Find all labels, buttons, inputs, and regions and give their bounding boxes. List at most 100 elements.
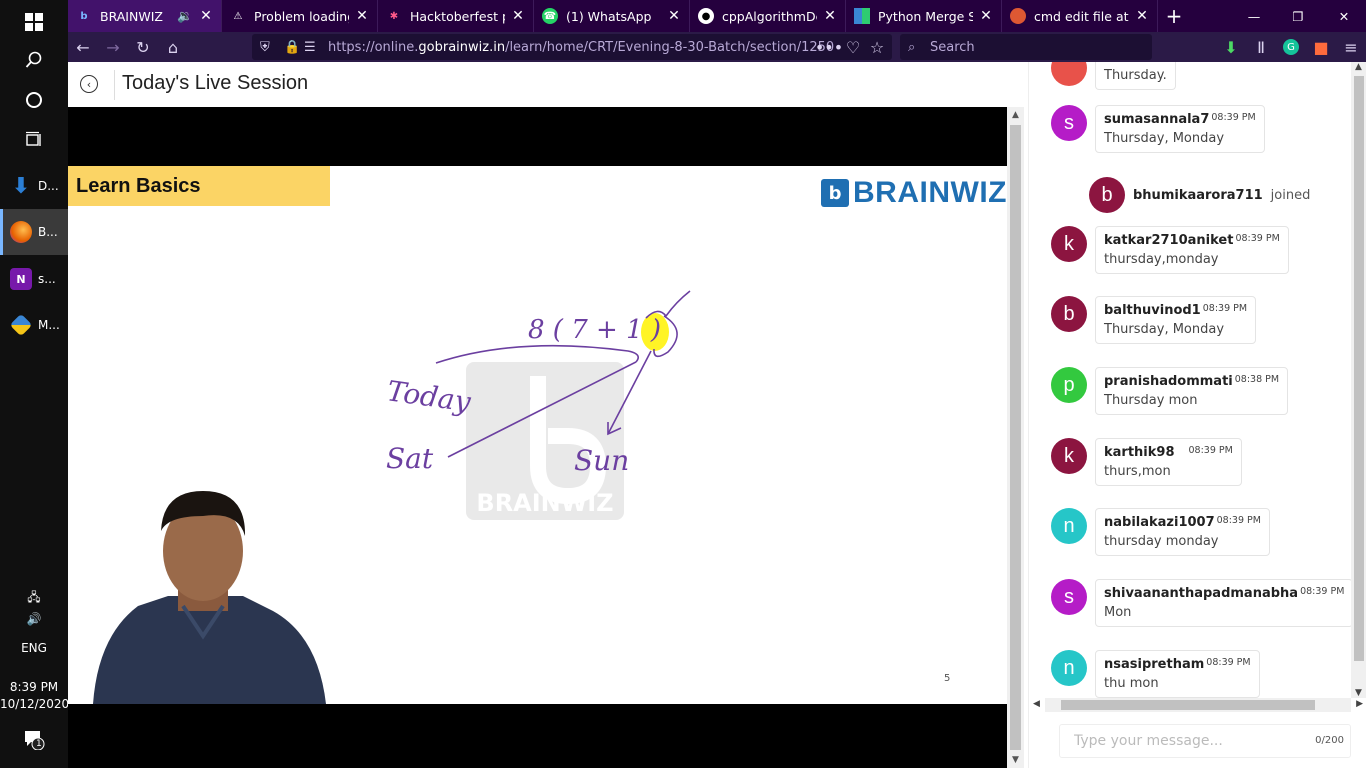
tab-brainwiz[interactable]: b BRAINWIZ 🔉 ✕ — [68, 0, 222, 32]
tab-python-merge-sort[interactable]: Python Merge Sor ✕ — [846, 0, 1002, 32]
speaker-icon[interactable]: 🔊 — [27, 612, 42, 626]
chat-scrollbar[interactable]: ▲ ▼ — [1351, 62, 1366, 698]
chat-message-input[interactable] — [1060, 725, 1300, 757]
tab-whatsapp[interactable]: ☎ (1) WhatsApp ✕ — [534, 0, 690, 32]
ink-arc — [435, 344, 639, 364]
tab-problem-loading[interactable]: ⚠ Problem loading p ✕ — [222, 0, 378, 32]
tab-cppalgorithm[interactable]: ● cppAlgorithmDes ✕ — [690, 0, 846, 32]
clock-time[interactable]: 8:39 PM — [0, 680, 68, 694]
search-button[interactable] — [0, 38, 68, 82]
grid-favicon-icon — [854, 8, 870, 24]
lock-icon[interactable]: 🔒 — [284, 40, 300, 55]
browser-tab-strip: b BRAINWIZ 🔉 ✕ ⚠ Problem loading p ✕ ✱ H… — [68, 0, 1366, 32]
cortana-circle-icon — [26, 92, 42, 108]
windows-logo-icon — [25, 13, 43, 31]
reload-button[interactable]: ↻ — [132, 36, 154, 58]
git-icon — [9, 313, 33, 337]
ink-expression: 8 ( 7 + 1 ) — [528, 315, 661, 345]
speaker-icon[interactable]: 🔉 — [177, 8, 193, 24]
message-bubble: Thursday. — [1095, 62, 1176, 90]
more-horizontal-icon: ••• — [814, 37, 844, 57]
taskbar-app-downloads[interactable]: ⬇ D... — [0, 163, 68, 209]
url-bar[interactable]: ⛨ 🔒 ☰ https://online. gobrainwiz.in/learn… — [252, 34, 892, 60]
message-username: katkar2710aniket — [1104, 233, 1234, 248]
chat-scrollbar-thumb[interactable] — [1354, 76, 1364, 661]
clock-date[interactable]: 10/12/2020 — [0, 697, 69, 711]
ink-sat: Sat — [386, 442, 434, 475]
pocket-button[interactable]: ♡ — [842, 36, 864, 58]
permissions-icon[interactable]: ☰ — [304, 40, 316, 55]
url-domain: gobrainwiz.in — [418, 39, 506, 55]
cortana-button[interactable] — [0, 78, 68, 122]
close-tab-icon[interactable]: ✕ — [511, 8, 525, 24]
scroll-down-arrow-icon[interactable]: ▼ — [1007, 752, 1024, 768]
system-tray-icons[interactable]: 🖧 — [0, 588, 68, 609]
task-view-button[interactable] — [0, 118, 68, 162]
new-tab-button[interactable]: + — [1160, 0, 1188, 32]
arrow-right-icon: → — [106, 37, 120, 57]
screen: ⬇ D... B... N s... M... 🖧 🔊 ENG 8:39 PM … — [0, 0, 1366, 768]
back-circle-button[interactable]: ‹ — [80, 75, 98, 93]
live-video-player[interactable]: Learn Basics b BRAINWIZ BRAINWIZ 8 ( 7 +… — [68, 107, 1007, 768]
close-window-button[interactable]: ✕ — [1322, 0, 1366, 32]
message-username: sumasannala7 — [1104, 112, 1210, 127]
tab-label: cmd edit file at Du — [1034, 8, 1129, 24]
close-tab-icon[interactable]: ✕ — [823, 8, 837, 24]
avatar: s — [1051, 579, 1087, 615]
scroll-down-arrow-icon[interactable]: ▼ — [1355, 688, 1362, 698]
close-tab-icon[interactable]: ✕ — [979, 8, 993, 24]
back-button[interactable]: ← — [72, 36, 94, 58]
chat-horizontal-scrollbar[interactable]: ◀ ▶ — [1033, 698, 1363, 712]
tab-cmd-edit[interactable]: cmd edit file at Du ✕ — [1002, 0, 1158, 32]
shield-icon[interactable]: ⛨ — [260, 40, 270, 55]
grammarly-button[interactable]: G — [1280, 36, 1302, 58]
character-counter: 0/200 — [1315, 735, 1344, 746]
scrollbar-thumb[interactable] — [1010, 125, 1021, 750]
message-bubble: karthik98 08:39 PM thurs,mon — [1095, 438, 1242, 486]
ink-sun: Sun — [574, 444, 629, 477]
task-view-icon — [26, 131, 41, 146]
scroll-left-arrow-icon[interactable]: ◀ — [1033, 699, 1040, 709]
page-actions-button[interactable]: ••• — [814, 36, 844, 58]
duckduckgo-icon — [1010, 8, 1026, 24]
close-tab-icon[interactable]: ✕ — [1135, 8, 1149, 24]
restore-button[interactable]: ❐ — [1276, 0, 1320, 32]
library-button[interactable]: Ⅱ — [1250, 36, 1272, 58]
tab-hacktoberfest[interactable]: ✱ Hacktoberfest pre ✕ — [378, 0, 534, 32]
language-indicator[interactable]: ENG — [0, 641, 68, 655]
message-username: nabilakazi1007 — [1104, 515, 1215, 530]
tab-label: cppAlgorithmDes — [722, 8, 817, 24]
scroll-up-arrow-icon[interactable]: ▲ — [1355, 62, 1362, 72]
minimize-button[interactable]: — — [1234, 0, 1274, 32]
downloads-button[interactable]: ⬇ — [1220, 36, 1242, 58]
notification-badge: 1 — [36, 739, 42, 749]
taskbar-app-onenote[interactable]: N s... — [0, 256, 68, 302]
close-tab-icon[interactable]: ✕ — [667, 8, 681, 24]
bookmark-button[interactable]: ☆ — [866, 36, 888, 58]
taskbar-app-firefox[interactable]: B... — [0, 209, 68, 255]
network-icon[interactable]: 🖧 — [27, 590, 40, 604]
search-bar[interactable]: ⌕ Search — [900, 34, 1152, 60]
scroll-right-arrow-icon[interactable]: ▶ — [1356, 699, 1363, 709]
hamburger-menu-icon: ≡ — [1344, 37, 1358, 57]
extension-button[interactable]: ■ — [1310, 36, 1332, 58]
watermark-logo: BRAINWIZ — [466, 362, 624, 520]
chat-hscroll-thumb[interactable] — [1061, 700, 1315, 710]
page-scrollbar[interactable]: ▲ ▼ — [1007, 107, 1024, 768]
taskbar-app-m[interactable]: M... — [0, 302, 68, 348]
close-tab-icon[interactable]: ✕ — [199, 8, 213, 24]
chat-message-list[interactable]: Thursday. s sumasannala7 08:39 PM Thursda… — [1029, 62, 1351, 698]
scroll-up-arrow-icon[interactable]: ▲ — [1007, 107, 1024, 123]
action-center-button[interactable]: 1 — [0, 728, 68, 753]
arrow-left-icon: ← — [76, 37, 90, 57]
volume-tray[interactable]: 🔊 — [0, 612, 68, 626]
close-tab-icon[interactable]: ✕ — [355, 8, 369, 24]
message-text: Thursday. — [1104, 68, 1167, 83]
home-button[interactable]: ⌂ — [162, 36, 184, 58]
menu-button[interactable]: ≡ — [1340, 36, 1362, 58]
tab-label: (1) WhatsApp — [566, 8, 652, 24]
search-icon — [25, 51, 42, 68]
forward-button[interactable]: → — [102, 36, 124, 58]
avatar: b — [1051, 296, 1087, 332]
library-icon: Ⅱ — [1257, 37, 1265, 57]
